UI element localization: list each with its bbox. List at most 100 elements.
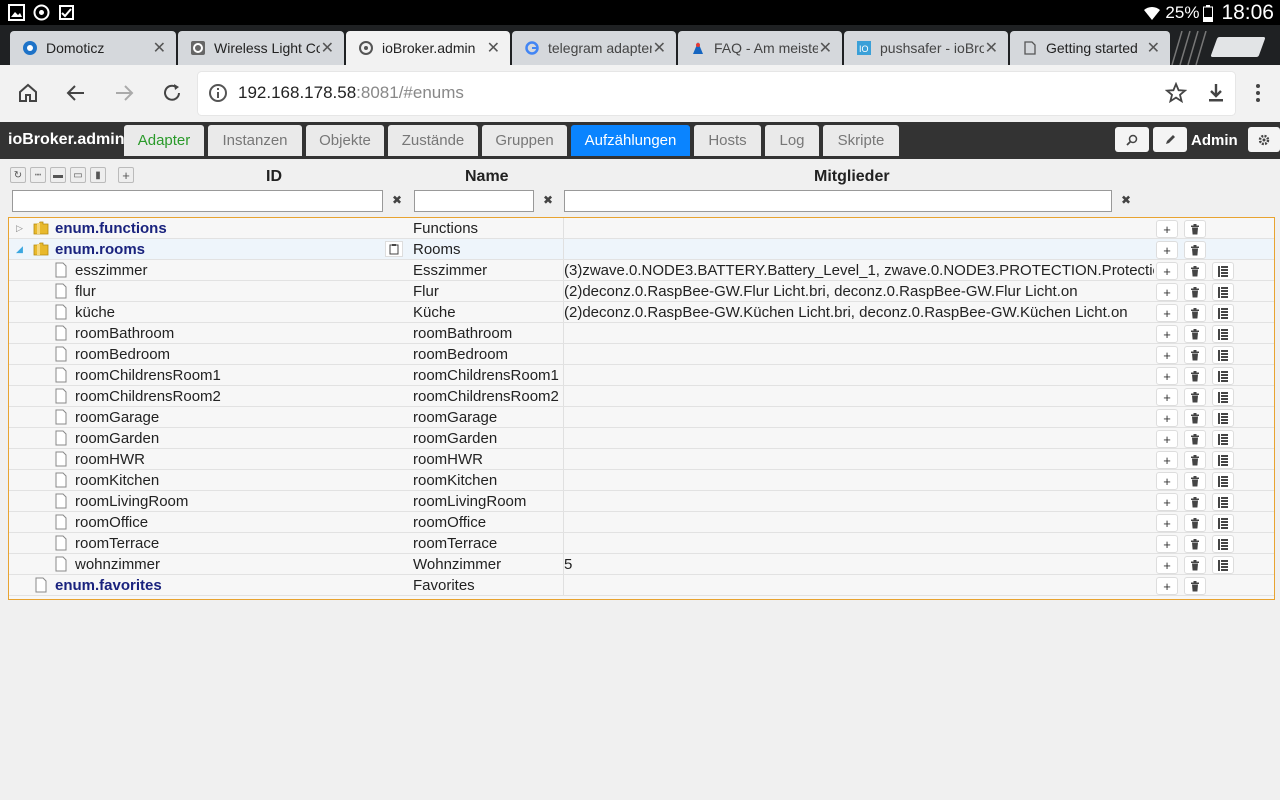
table-row[interactable]: roomTerrace roomTerrace + (9, 533, 1274, 554)
tab-adapter[interactable]: Adapter (124, 125, 204, 156)
edit-members-button[interactable] (1212, 367, 1234, 385)
tab-hosts[interactable]: Hosts (694, 125, 761, 156)
tab-objekte[interactable]: Objekte (306, 125, 384, 156)
back-button[interactable] (62, 79, 90, 107)
table-row[interactable]: flur Flur (2)deconz.0.RaspBee-GW.Flur Lich… (9, 281, 1274, 302)
delete-button[interactable] (1184, 535, 1206, 553)
table-row[interactable]: roomKitchen roomKitchen + (9, 470, 1274, 491)
close-tab-icon[interactable]: ✕ (152, 38, 166, 58)
delete-button[interactable] (1184, 493, 1206, 511)
delete-button[interactable] (1184, 220, 1206, 238)
table-row[interactable]: roomChildrensRoom2 roomChildrensRoom2 + (9, 386, 1274, 407)
tab-instanzen[interactable]: Instanzen (208, 125, 302, 156)
edit-members-button[interactable] (1212, 430, 1234, 448)
table-row[interactable]: ▷ enum.functions Functions + (9, 218, 1274, 239)
delete-button[interactable] (1184, 346, 1206, 364)
url-text[interactable]: 192.168.178.58:8081/#enums (238, 83, 464, 103)
add-member-button[interactable]: + (1156, 304, 1178, 322)
delete-button[interactable] (1184, 409, 1206, 427)
reload-button[interactable] (158, 79, 186, 107)
list-view-icon[interactable]: ┉ (30, 167, 46, 183)
edit-button[interactable] (1153, 127, 1187, 152)
delete-button[interactable] (1184, 451, 1206, 469)
add-member-button[interactable]: + (1156, 430, 1178, 448)
close-tab-icon[interactable]: ✕ (486, 38, 500, 58)
add-member-button[interactable]: + (1156, 220, 1178, 238)
add-member-button[interactable]: + (1156, 409, 1178, 427)
table-row[interactable]: roomGarden roomGarden + (9, 428, 1274, 449)
add-member-button[interactable]: + (1156, 451, 1178, 469)
browser-menu-button[interactable] (1244, 79, 1272, 107)
browser-tab-pushsafer[interactable]: IO pushsafer - ioBro ✕ (844, 31, 1008, 65)
edit-members-button[interactable] (1212, 388, 1234, 406)
browser-tab-wireless-light[interactable]: Wireless Light Co ✕ (178, 31, 344, 65)
info-icon[interactable] (208, 83, 228, 103)
forward-button[interactable] (110, 79, 138, 107)
browser-tab-faq[interactable]: FAQ - Am meister ✕ (678, 31, 842, 65)
table-row[interactable]: roomGarage roomGarage + (9, 407, 1274, 428)
user-name[interactable]: Admin (1191, 132, 1238, 149)
members-filter-input[interactable] (564, 190, 1112, 212)
download-icon[interactable] (1205, 82, 1227, 104)
close-tab-icon[interactable]: ✕ (652, 38, 666, 58)
table-row[interactable]: roomOffice roomOffice + (9, 512, 1274, 533)
search-button[interactable] (1115, 127, 1149, 152)
name-filter-input[interactable] (414, 190, 534, 212)
browser-tab-telegram-adapter[interactable]: telegram adapter ✕ (512, 31, 676, 65)
table-row[interactable]: esszimmer Esszimmer (3)zwave.0.NODE3.BATTE… (9, 260, 1274, 281)
edit-members-button[interactable] (1212, 472, 1234, 490)
add-member-button[interactable]: + (1156, 577, 1178, 595)
delete-button[interactable] (1184, 514, 1206, 532)
add-member-button[interactable]: + (1156, 367, 1178, 385)
column-header-name[interactable]: Name (465, 168, 509, 186)
edit-members-button[interactable] (1212, 325, 1234, 343)
edit-members-button[interactable] (1212, 346, 1234, 364)
expand-triangle-icon[interactable]: ▷ (16, 223, 23, 234)
table-row[interactable]: roomChildrensRoom1 roomChildrensRoom1 + (9, 365, 1274, 386)
browser-tab-getting-started[interactable]: Getting started ✕ (1010, 31, 1170, 65)
browser-tab-iobroker-admin[interactable]: ioBroker.admin ✕ (346, 31, 510, 65)
tab-skripte[interactable]: Skripte (823, 125, 899, 156)
add-member-button[interactable]: + (1156, 346, 1178, 364)
new-tab-button[interactable] (1210, 37, 1266, 57)
folder-open-icon[interactable]: ▭ (70, 167, 86, 183)
column-header-members[interactable]: Mitglieder (814, 168, 890, 186)
tab-gruppen[interactable]: Gruppen (482, 125, 567, 156)
browser-tab-domoticz[interactable]: Domoticz ✕ (10, 31, 176, 65)
book-icon[interactable]: ▮ (90, 167, 106, 183)
collapse-triangle-icon[interactable]: ◢ (16, 244, 23, 255)
delete-button[interactable] (1184, 577, 1206, 595)
add-member-button[interactable]: + (1156, 241, 1178, 259)
table-row[interactable]: ◢ enum.rooms Rooms + (9, 239, 1274, 260)
add-member-button[interactable]: + (1156, 472, 1178, 490)
clear-members-filter-icon[interactable]: ✖ (1118, 192, 1134, 208)
delete-button[interactable] (1184, 304, 1206, 322)
edit-members-button[interactable] (1212, 451, 1234, 469)
delete-button[interactable] (1184, 283, 1206, 301)
edit-members-button[interactable] (1212, 493, 1234, 511)
tab-zustaende[interactable]: Zustände (388, 125, 478, 156)
table-row[interactable]: enum.favorites Favorites + (9, 575, 1274, 596)
id-filter-input[interactable] (12, 190, 383, 212)
add-member-button[interactable]: + (1156, 325, 1178, 343)
add-icon[interactable]: + (118, 167, 134, 183)
clear-id-filter-icon[interactable]: ✖ (389, 192, 405, 208)
delete-button[interactable] (1184, 472, 1206, 490)
edit-members-button[interactable] (1212, 409, 1234, 427)
delete-button[interactable] (1184, 325, 1206, 343)
edit-members-button[interactable] (1212, 304, 1234, 322)
edit-members-button[interactable] (1212, 556, 1234, 574)
address-bar[interactable]: 192.168.178.58:8081/#enums (198, 72, 1235, 115)
add-member-button[interactable]: + (1156, 556, 1178, 574)
home-button[interactable] (14, 79, 42, 107)
close-tab-icon[interactable]: ✕ (818, 38, 832, 58)
star-bookmark-icon[interactable] (1165, 82, 1187, 104)
edit-members-button[interactable] (1212, 262, 1234, 280)
table-row[interactable]: roomBedroom roomBedroom + (9, 344, 1274, 365)
table-row[interactable]: roomBathroom roomBathroom + (9, 323, 1274, 344)
edit-members-button[interactable] (1212, 283, 1234, 301)
clear-name-filter-icon[interactable]: ✖ (540, 192, 556, 208)
delete-button[interactable] (1184, 388, 1206, 406)
add-member-button[interactable]: + (1156, 388, 1178, 406)
delete-button[interactable] (1184, 556, 1206, 574)
